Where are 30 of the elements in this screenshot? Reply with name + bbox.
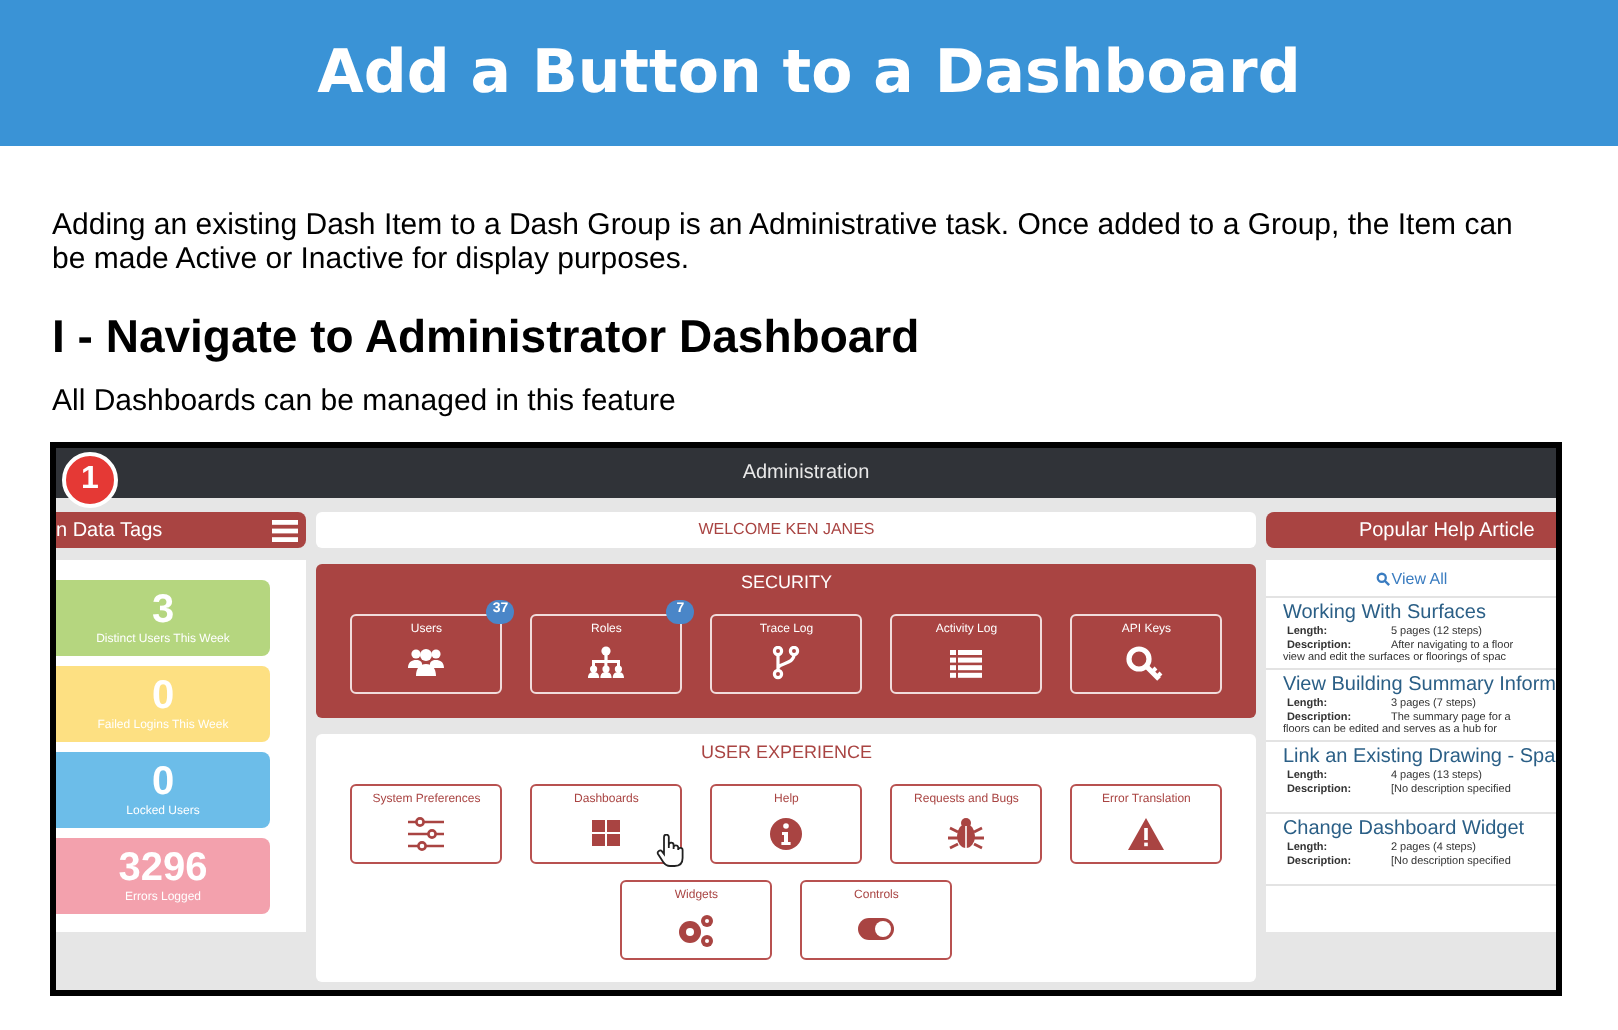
section-text: All Dashboards can be managed in this feature [52,384,678,418]
panel-title: Popular Help Article [1358,517,1535,545]
bug-icon [946,815,987,851]
article-title[interactable]: View Building Summary Inform [1282,674,1556,698]
menu-icon[interactable] [272,519,298,541]
panel-title: n Data Tags [56,517,163,545]
info-icon [766,815,807,851]
topbar-title: Administration [742,460,870,488]
sliders-icon [406,815,447,851]
section-heading: I - Navigate to Administrator Dashboard [52,308,922,364]
stat-value: 3296 [118,847,208,889]
article-title[interactable]: Link an Existing Drawing - Spa [1282,746,1556,770]
welcome-text: WELCOME KEN JANES [698,518,875,542]
org-chart-icon [586,645,627,681]
stat-value: 0 [151,675,175,717]
article-title[interactable]: Change Dashboard Widget [1282,818,1556,842]
search-icon [1375,572,1390,586]
security-title: SECURITY [740,570,832,596]
intro-paragraph: Adding an existing Dash Item to a Dash Group is an Administrative task. Once added to a Group, the Item can be made Active or Inactive for display purposes. [52,208,1515,276]
article-title[interactable]: Working With Surfaces [1282,602,1556,626]
view-all-link[interactable]: View All [1266,562,1556,598]
page-title: Add a Button to a Dashboard [317,36,1301,112]
list-icon [946,645,987,681]
hand-cursor-icon [656,834,684,868]
stat-value: 3 [151,589,175,631]
key-icon [1126,645,1167,681]
users-group-icon [406,645,447,681]
user-experience-title: USER EXPERIENCE [700,740,872,766]
warning-icon [1126,815,1167,851]
stat-value: 0 [151,761,175,803]
